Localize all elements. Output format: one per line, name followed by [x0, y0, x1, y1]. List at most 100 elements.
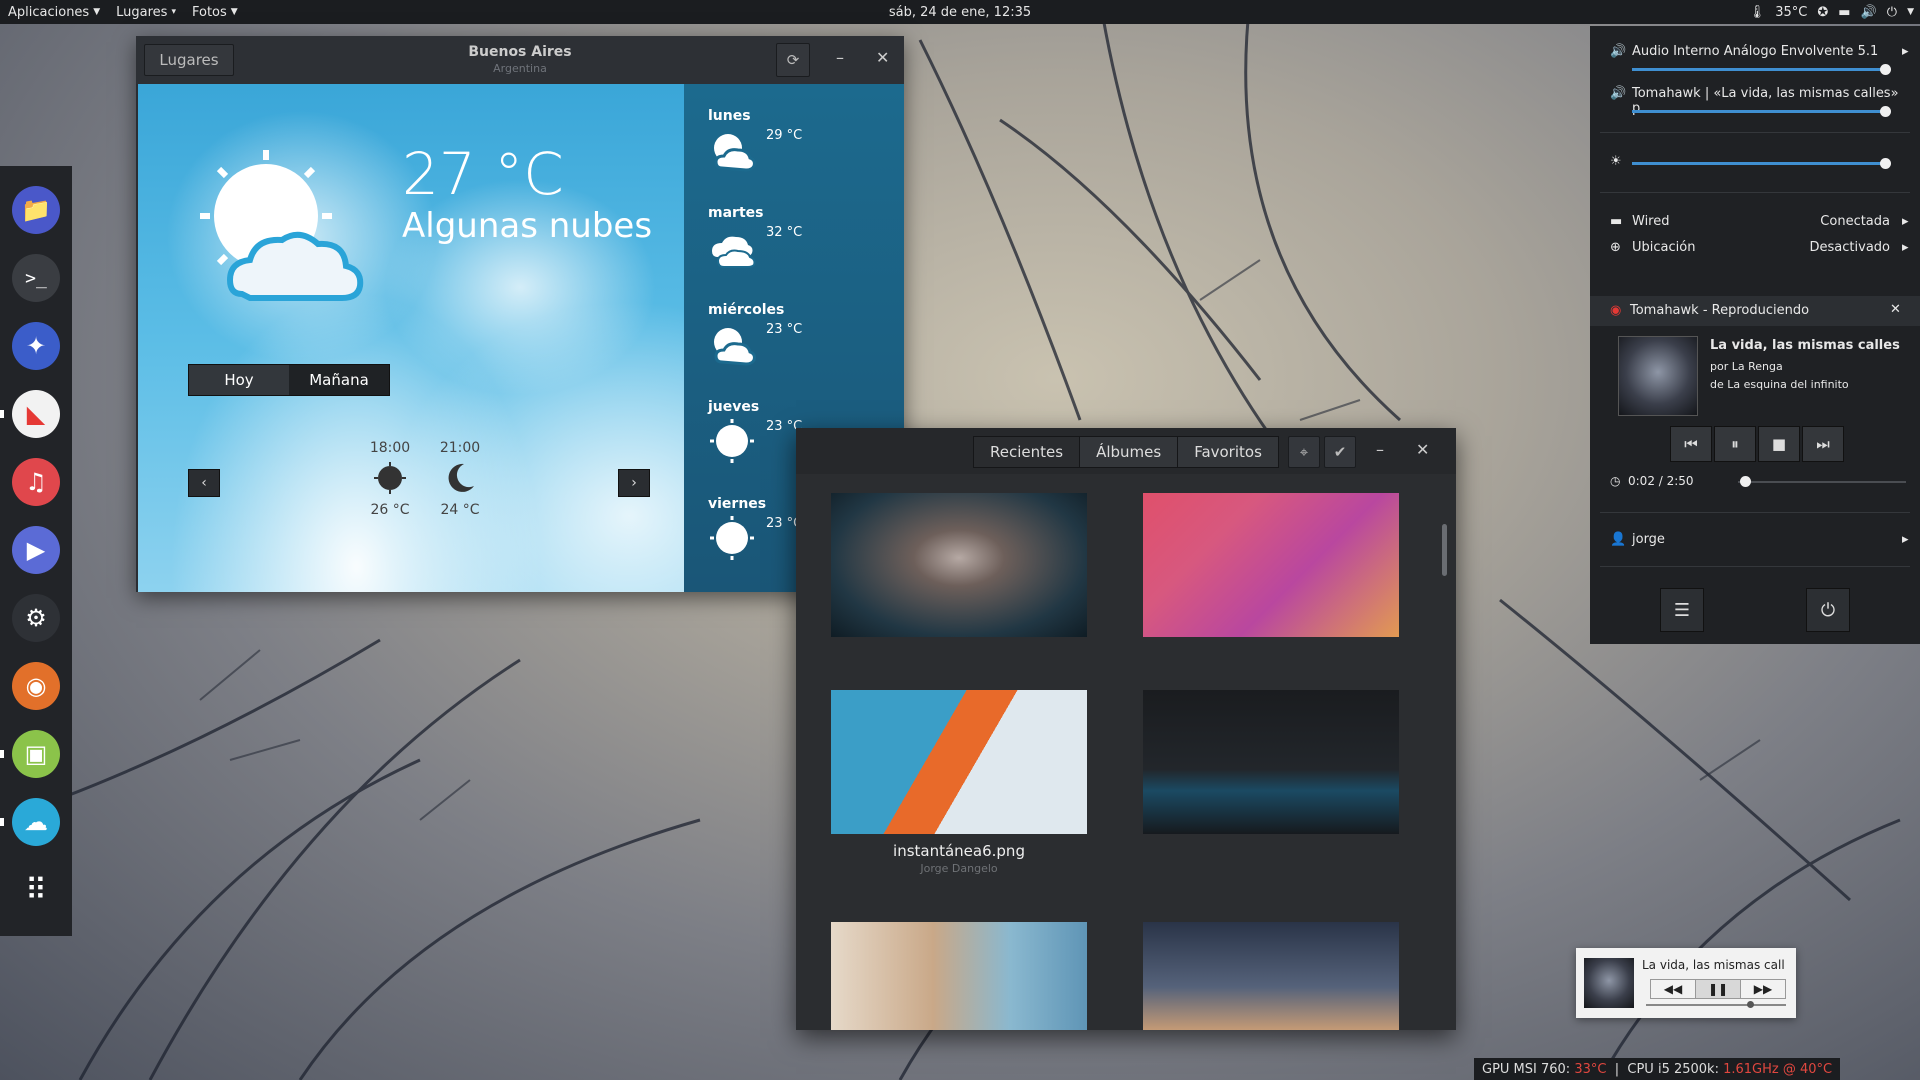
photo-thumbnail[interactable]	[1143, 690, 1399, 834]
tab-today[interactable]: Hoy	[189, 365, 289, 395]
target-icon: ⌖	[1299, 443, 1309, 461]
forecast-day-name: miércoles	[708, 302, 785, 318]
dock-steam[interactable]: ⚙	[12, 594, 60, 642]
previous-track-button[interactable]: ⏮	[1670, 426, 1712, 462]
close-button[interactable]: ✕	[1416, 440, 1429, 459]
mini-track-title: La vida, las mismas call	[1642, 958, 1785, 972]
dock-firefox[interactable]: ◉	[12, 662, 60, 710]
dock-photos[interactable]: ▣	[0, 730, 60, 778]
current-condition: Algunas nubes	[402, 206, 653, 246]
stop-button[interactable]: ■	[1758, 426, 1800, 462]
app-volume-slider-knob[interactable]	[1880, 106, 1891, 117]
photo-thumbnail[interactable]	[1143, 922, 1399, 1030]
applications-menu[interactable]: Aplicaciones ▼	[0, 5, 108, 20]
user-row[interactable]: 👤 jorge ▸	[1610, 532, 1910, 547]
chevron-down-icon: ▾	[171, 7, 176, 17]
mini-forward-button[interactable]: ▶▶	[1741, 980, 1785, 998]
power-icon[interactable]: ⏻	[1887, 5, 1897, 20]
system-menu: 🔊 Audio Interno Análogo Envolvente 5.1 ▸…	[1590, 26, 1920, 644]
mini-progress-bar[interactable]	[1646, 1004, 1786, 1006]
dock-terminal[interactable]: >_	[12, 254, 60, 302]
brightness-slider-knob[interactable]	[1880, 158, 1891, 169]
settings-button[interactable]: ☰	[1660, 588, 1704, 632]
checkmark-icon: ✔	[1333, 443, 1347, 461]
clock[interactable]: sáb, 24 de ene, 12:35	[0, 5, 1920, 20]
chevron-down-icon[interactable]: ▼	[1907, 7, 1914, 17]
show-applications-button[interactable]: ⠿	[12, 866, 60, 914]
tab-recientes[interactable]: Recientes	[974, 437, 1081, 467]
weather-icon: ☁	[24, 808, 48, 836]
track-time: 0:02 / 2:50	[1628, 474, 1694, 488]
tab-favoritos[interactable]: Favoritos	[1178, 437, 1278, 467]
wired-status: Conectada	[1820, 214, 1890, 229]
view-switcher: Recientes Álbumes Favoritos	[973, 436, 1279, 468]
user-icon: 👤	[1610, 532, 1627, 547]
pause-button[interactable]: ⏸	[1714, 426, 1756, 462]
app-volume-slider[interactable]	[1632, 110, 1886, 113]
status-area[interactable]: 🌡 35°C ✪ ▬ 🔊 ⏻ ▼	[1749, 0, 1920, 24]
chevron-right-icon: ▸	[1902, 240, 1909, 255]
weather-window: Lugares Buenos Aires Argentina ⟳ – ✕ 27 …	[136, 36, 904, 592]
track-seek-bar[interactable]	[1738, 481, 1906, 483]
next-track-button[interactable]: ⏭	[1802, 426, 1844, 462]
photo-thumbnail[interactable]	[831, 690, 1087, 834]
mini-controls: ◀◀ ❚❚ ▶▶	[1650, 979, 1786, 999]
volume-slider-knob[interactable]	[1880, 64, 1891, 75]
track-seek-knob[interactable]	[1740, 476, 1751, 487]
dock-web-browser[interactable]: ✦	[12, 322, 60, 370]
forecast-temp: 29 °C	[766, 128, 803, 143]
next-hours-button[interactable]: ›	[618, 469, 650, 497]
wired-label: Wired	[1632, 214, 1670, 229]
forecast-day-name: viernes	[708, 496, 767, 512]
sun-cloud-icon	[200, 150, 364, 301]
mini-album-art	[1584, 958, 1634, 1008]
accessibility-icon[interactable]: ✪	[1817, 5, 1828, 20]
mini-rewind-button[interactable]: ◀◀	[1651, 980, 1695, 998]
photo-thumbnail[interactable]	[1143, 493, 1399, 637]
places-menu[interactable]: Lugares ▾	[108, 5, 184, 20]
image-icon: ▣	[24, 740, 48, 768]
tab-albumes[interactable]: Álbumes	[1080, 437, 1179, 467]
tab-tomorrow[interactable]: Mañana	[289, 365, 389, 395]
brightness-icon: ☀	[1610, 154, 1622, 169]
select-button[interactable]: ✔	[1324, 436, 1356, 468]
search-button[interactable]: ⌖	[1288, 436, 1320, 468]
power-button[interactable]: ⏻	[1806, 588, 1850, 632]
hour-time-2: 21:00	[439, 440, 481, 456]
dock-video-player[interactable]: ▶	[12, 526, 60, 574]
sliders-icon: ☰	[1673, 599, 1691, 621]
forecast-day: viernes 23 °C	[708, 496, 802, 560]
scrollbar[interactable]	[1442, 524, 1447, 576]
dock-weather[interactable]: ☁	[0, 798, 60, 846]
dock-files[interactable]: 📁	[12, 186, 60, 234]
photo-thumbnail[interactable]	[831, 493, 1087, 637]
close-button[interactable]: ✕	[876, 48, 889, 67]
photo-thumbnail[interactable]	[831, 922, 1087, 1030]
volume-slider[interactable]	[1632, 68, 1886, 71]
current-temperature: 27 °C	[402, 140, 564, 208]
location-icon: ⊕	[1610, 240, 1621, 255]
player-header-label: Tomahawk - Reproduciendo	[1630, 303, 1810, 318]
forecast-day: miércoles 23 °C	[708, 302, 802, 366]
fast-forward-icon: ▶▶	[1753, 982, 1773, 996]
dock-tomahawk[interactable]: ◣	[0, 390, 60, 438]
mini-pause-button[interactable]: ❚❚	[1695, 980, 1741, 998]
forecast-day: jueves 23 °C	[708, 399, 802, 463]
network-icon[interactable]: ▬	[1838, 5, 1850, 20]
close-icon[interactable]: ✕	[1890, 302, 1901, 317]
wired-row[interactable]: ▬ Wired Conectada ▸	[1610, 214, 1910, 229]
chevron-right-icon[interactable]: ▸	[1902, 44, 1909, 59]
dock-music[interactable]: ♫	[12, 458, 60, 506]
minimize-button[interactable]: –	[836, 48, 844, 67]
photos-app-menu[interactable]: Fotos ▼	[184, 5, 246, 20]
brightness-slider[interactable]	[1632, 162, 1886, 165]
prev-hours-button[interactable]: ‹	[188, 469, 220, 497]
gpu-label: GPU MSI 760:	[1482, 1061, 1571, 1077]
hour-time-1: 18:00	[369, 440, 411, 456]
minimize-button[interactable]: –	[1376, 440, 1384, 459]
location-row[interactable]: ⊕ Ubicación Desactivado ▸	[1610, 240, 1910, 255]
volume-icon[interactable]: 🔊	[1861, 5, 1877, 20]
skip-forward-icon: ⏭	[1816, 435, 1830, 453]
mini-progress-knob[interactable]	[1747, 1001, 1754, 1008]
refresh-button[interactable]: ⟳	[776, 43, 810, 77]
